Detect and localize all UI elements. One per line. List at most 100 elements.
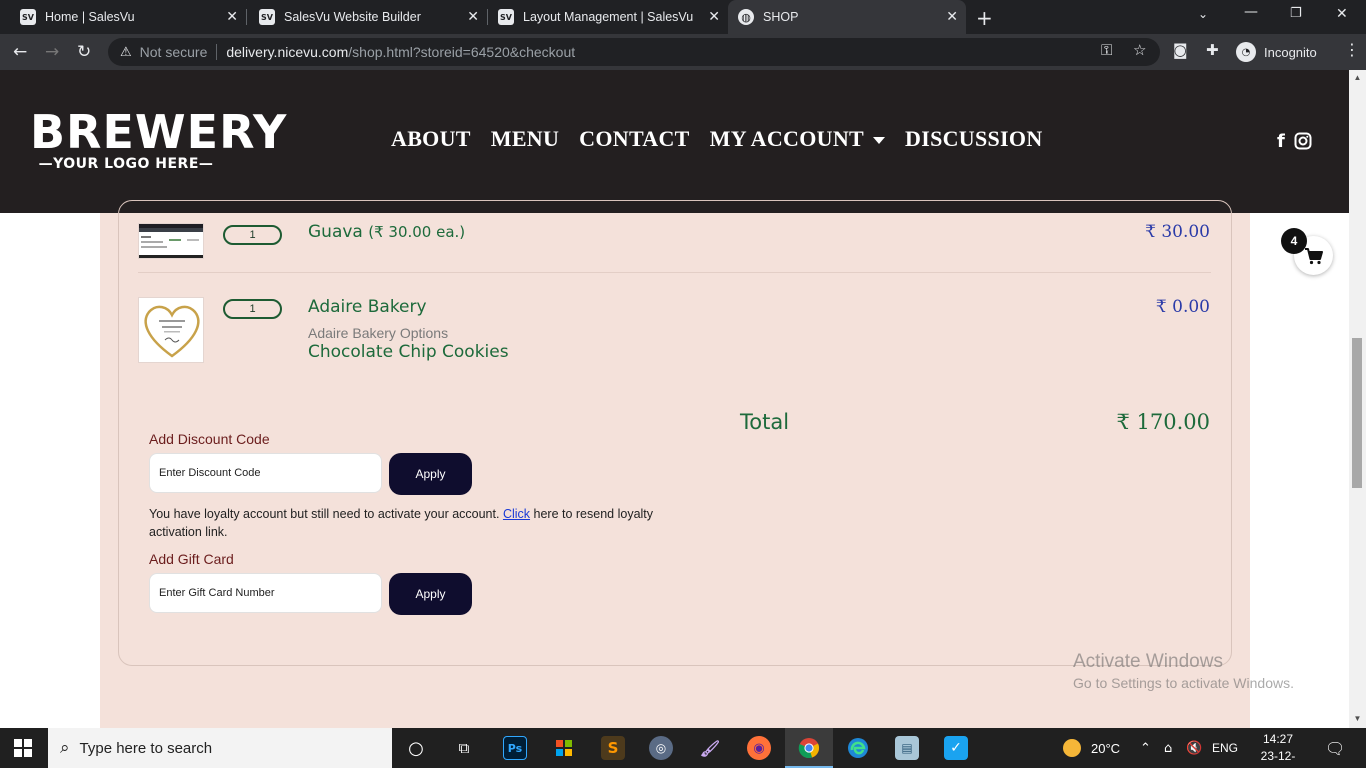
discount-code-label: Add Discount Code bbox=[149, 431, 270, 447]
quantity-field[interactable]: 1 bbox=[223, 299, 282, 319]
warning-icon[interactable]: ⚠ bbox=[120, 45, 132, 60]
scroll-up-arrow-icon[interactable]: ▲ bbox=[1352, 73, 1363, 82]
gift-card-label: Add Gift Card bbox=[149, 551, 234, 567]
salesvu-favicon-icon: SV bbox=[498, 9, 514, 25]
camera-icon[interactable]: ◙ bbox=[1173, 41, 1188, 59]
windows-taskbar: ⌕ Type here to search ○ ⧉ Ps S ◎ 🖌 ◉ ▤ ✓… bbox=[0, 728, 1366, 780]
weather-sun-icon bbox=[1063, 739, 1081, 757]
sticky-check-icon[interactable]: ✓ bbox=[944, 736, 968, 760]
reload-icon[interactable]: ↻ bbox=[77, 42, 91, 62]
logo-main-text: BREWERY bbox=[30, 105, 288, 159]
weather-widget[interactable]: 20°C bbox=[1063, 728, 1120, 768]
microsoft-store-icon[interactable] bbox=[552, 736, 576, 760]
loyalty-notice: You have loyalty account but still need … bbox=[149, 505, 669, 541]
address-bar[interactable]: ⚠ Not secure delivery.nicevu.com /shop.h… bbox=[108, 38, 1160, 66]
item-price: ₹ 0.00 bbox=[1155, 297, 1210, 317]
cortana-icon[interactable]: ○ bbox=[404, 736, 428, 760]
forward-icon[interactable]: → bbox=[45, 42, 59, 62]
scroll-down-arrow-icon[interactable]: ▼ bbox=[1352, 714, 1363, 723]
incognito-icon: ◔ bbox=[1236, 42, 1256, 62]
main-nav: ABOUT MENU CONTACT MY ACCOUNT DISCUSSION bbox=[391, 126, 1043, 152]
taskbar-search-placeholder: Type here to search bbox=[79, 739, 213, 757]
resend-loyalty-link[interactable]: Click bbox=[503, 507, 530, 521]
tab-title: Layout Management | SalesVu bbox=[523, 10, 694, 24]
total-label: Total bbox=[740, 410, 790, 434]
url-path[interactable]: /shop.html?storeid=64520&checkout bbox=[348, 44, 575, 60]
volume-muted-icon[interactable]: 🔇 bbox=[1186, 728, 1202, 768]
notepad-icon[interactable]: ▤ bbox=[895, 736, 919, 760]
close-tab-icon[interactable]: ✕ bbox=[708, 9, 720, 25]
loyalty-text-before: You have loyalty account but still need … bbox=[149, 507, 503, 521]
photoshop-icon[interactable]: Ps bbox=[503, 736, 527, 760]
quantity-field[interactable]: 1 bbox=[223, 225, 282, 245]
salesvu-favicon-icon: SV bbox=[20, 9, 36, 25]
minimize-icon[interactable]: — bbox=[1244, 4, 1258, 20]
clock-time: 14:27 bbox=[1262, 732, 1294, 746]
tab-layout-management[interactable]: SV Layout Management | SalesVu ✕ bbox=[488, 0, 728, 34]
globe-settings-icon[interactable]: ◎ bbox=[649, 736, 673, 760]
item-name-adaire-bakery: Adaire Bakery bbox=[308, 297, 427, 317]
apply-discount-button[interactable]: Apply bbox=[389, 453, 472, 495]
tab-website-builder[interactable]: SV SalesVu Website Builder ✕ bbox=[247, 0, 487, 34]
firefox-icon[interactable]: ◉ bbox=[747, 736, 771, 760]
item-name-text: Guava bbox=[308, 222, 363, 242]
close-tab-icon[interactable]: ✕ bbox=[226, 9, 238, 25]
tab-shop[interactable]: ◍ SHOP ✕ bbox=[728, 0, 966, 34]
watermark-subtitle: Go to Settings to activate Windows. bbox=[1073, 675, 1294, 691]
facebook-icon[interactable]: f bbox=[1277, 131, 1285, 152]
nav-menu[interactable]: MENU bbox=[491, 126, 559, 152]
sublime-text-icon[interactable]: S bbox=[601, 736, 625, 760]
gift-card-input[interactable] bbox=[149, 573, 382, 613]
tab-search-chevron-icon[interactable]: ⌄ bbox=[1198, 7, 1208, 21]
item-option-value: Chocolate Chip Cookies bbox=[308, 342, 509, 362]
new-tab-icon[interactable]: + bbox=[976, 6, 993, 30]
tab-home-salesvu[interactable]: SV Home | SalesVu ✕ bbox=[0, 0, 246, 34]
language-indicator[interactable]: ENG bbox=[1212, 728, 1238, 768]
key-icon[interactable]: ⚿ bbox=[1101, 41, 1112, 59]
cart-icon bbox=[1304, 247, 1323, 264]
back-icon[interactable]: ← bbox=[13, 42, 27, 62]
tab-title: SalesVu Website Builder bbox=[284, 10, 421, 24]
instagram-icon[interactable] bbox=[1294, 132, 1312, 155]
guava-thumbnail bbox=[138, 223, 204, 259]
close-window-icon[interactable]: ✕ bbox=[1336, 6, 1348, 22]
discount-code-input[interactable] bbox=[149, 453, 382, 493]
adaire-bakery-thumbnail bbox=[138, 297, 204, 363]
activate-windows-watermark: Activate Windows Go to Settings to activ… bbox=[1073, 651, 1294, 691]
tray-chevron-up-icon[interactable]: ⌃ bbox=[1140, 728, 1151, 768]
notification-center-icon[interactable]: 🗨 bbox=[1325, 739, 1345, 758]
brewery-logo[interactable]: BREWERY —YOUR LOGO HERE— bbox=[30, 105, 288, 172]
close-tab-icon[interactable]: ✕ bbox=[467, 9, 479, 25]
task-view-icon[interactable]: ⧉ bbox=[452, 736, 476, 760]
item-name-guava: Guava (₹ 30.00 ea.) bbox=[308, 222, 465, 242]
restore-icon[interactable]: ❐ bbox=[1290, 6, 1302, 21]
security-label[interactable]: Not secure bbox=[140, 44, 208, 60]
taskbar-search-box[interactable]: ⌕ Type here to search bbox=[48, 728, 392, 768]
nav-contact[interactable]: CONTACT bbox=[579, 126, 689, 152]
windows-start-icon[interactable] bbox=[14, 739, 32, 757]
omnibox-separator bbox=[216, 44, 218, 60]
nav-about[interactable]: ABOUT bbox=[391, 126, 471, 152]
chrome-icon[interactable] bbox=[797, 736, 821, 760]
url-host[interactable]: delivery.nicevu.com bbox=[226, 44, 348, 60]
apply-gift-card-button[interactable]: Apply bbox=[389, 573, 472, 615]
watermark-title: Activate Windows bbox=[1073, 651, 1223, 672]
nav-discussion[interactable]: DISCUSSION bbox=[905, 126, 1043, 152]
nav-my-account[interactable]: MY ACCOUNT bbox=[709, 126, 886, 152]
item-price: ₹ 30.00 bbox=[1145, 222, 1210, 242]
browser-tab-strip: SV Home | SalesVu ✕ SV SalesVu Website B… bbox=[0, 0, 1366, 34]
incognito-profile-button[interactable]: ◔ Incognito bbox=[1234, 40, 1317, 64]
globe-icon: ◍ bbox=[738, 9, 754, 25]
taskbar-clock[interactable]: 14:27 23-12-2021 bbox=[1248, 731, 1308, 782]
close-tab-icon[interactable]: ✕ bbox=[946, 9, 958, 25]
scrollbar-thumb[interactable] bbox=[1352, 338, 1362, 488]
bookmark-star-icon[interactable]: ☆ bbox=[1133, 41, 1146, 59]
network-icon[interactable]: ⌂ bbox=[1164, 728, 1172, 768]
paint-icon[interactable]: 🖌 bbox=[698, 736, 722, 760]
nav-my-account-label: MY ACCOUNT bbox=[709, 126, 865, 151]
browser-menu-icon[interactable]: ⋮ bbox=[1344, 40, 1360, 59]
weather-temp: 20°C bbox=[1091, 740, 1121, 756]
site-header: BREWERY —YOUR LOGO HERE— ABOUT MENU CONT… bbox=[0, 70, 1349, 213]
extensions-puzzle-icon[interactable]: ✚ bbox=[1206, 41, 1219, 59]
edge-icon[interactable] bbox=[846, 736, 870, 760]
